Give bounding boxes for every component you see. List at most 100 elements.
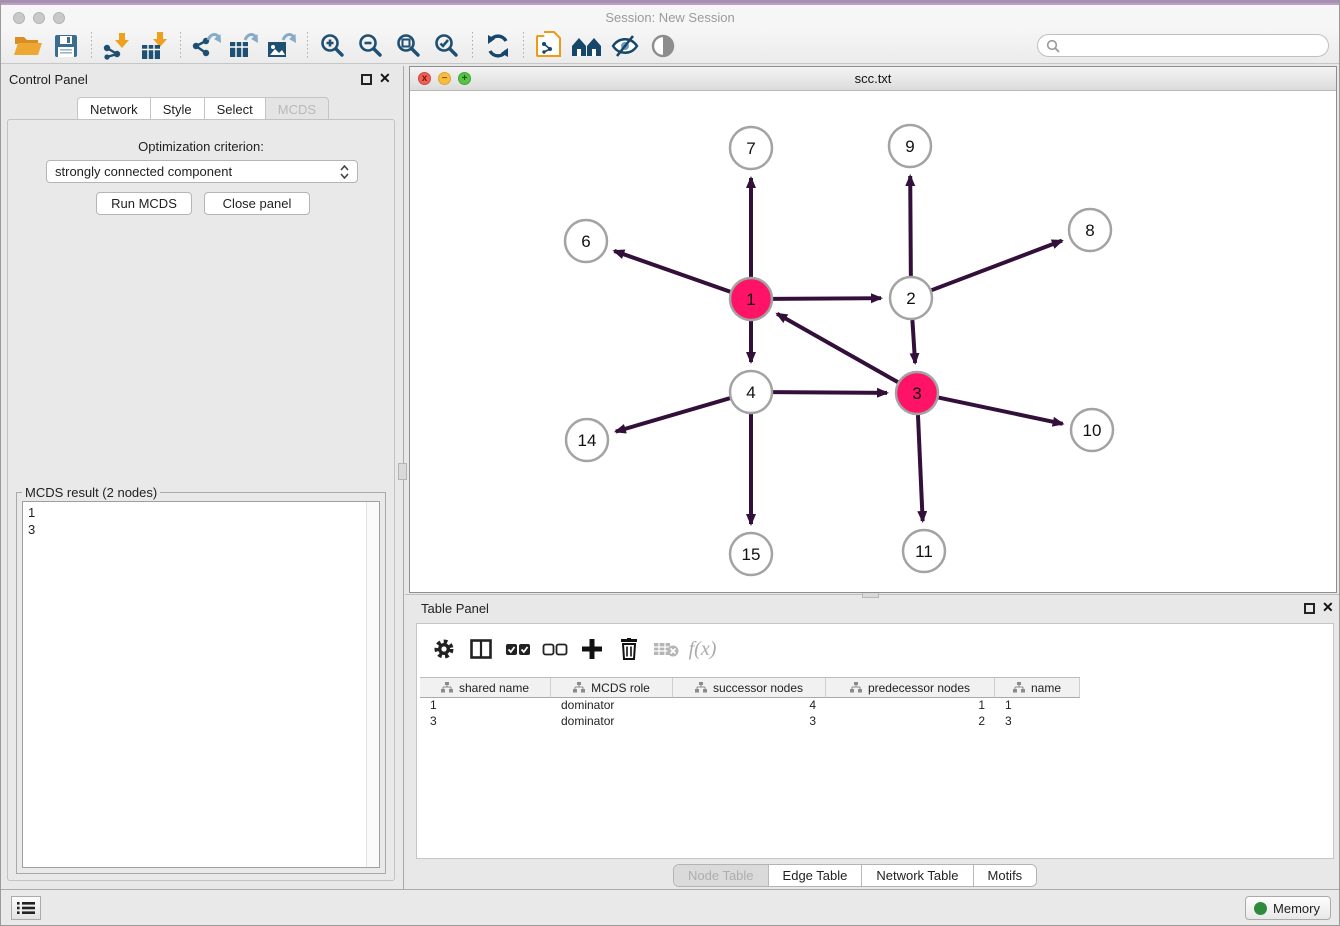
refresh-layout-icon[interactable] xyxy=(481,31,515,61)
tab-motifs[interactable]: Motifs xyxy=(973,865,1037,886)
open-session-icon[interactable] xyxy=(11,31,45,61)
home-layout-icon[interactable] xyxy=(570,31,604,61)
import-table-icon[interactable] xyxy=(138,31,172,61)
graph-edge-4-3[interactable] xyxy=(773,392,887,393)
graph-edge-2-3[interactable] xyxy=(912,320,915,363)
table-row[interactable]: 3dominator323 xyxy=(420,713,1080,729)
export-table-icon[interactable] xyxy=(227,31,261,61)
table-header-row: shared name MCDS role successor nodesprede… xyxy=(420,677,1080,697)
zoom-selected-icon[interactable] xyxy=(430,31,464,61)
search-box[interactable] xyxy=(1037,34,1329,57)
search-input[interactable] xyxy=(1060,37,1328,55)
vertical-splitter-handle[interactable] xyxy=(398,463,407,480)
clone-network-icon[interactable] xyxy=(532,31,566,61)
application-window: Session: New Session xyxy=(0,0,1340,926)
table-cell[interactable]: 1 xyxy=(826,697,995,713)
network-canvas[interactable]: 1234678910111415 xyxy=(410,91,1336,592)
delete-row-icon[interactable] xyxy=(610,632,647,666)
table-cell[interactable]: 1 xyxy=(420,697,551,713)
table-cell[interactable]: 4 xyxy=(673,697,826,713)
zoom-fit-icon[interactable] xyxy=(392,31,426,61)
zoom-out-icon[interactable] xyxy=(354,31,388,61)
mcds-result-textarea[interactable]: 13 xyxy=(22,501,380,868)
column-header-label: name xyxy=(1031,681,1061,695)
control-panel: Control Panel ✕ Network Style Select MCD… xyxy=(1,66,401,889)
close-table-panel-icon[interactable]: ✕ xyxy=(1322,600,1334,614)
mcds-result-scrollbar[interactable] xyxy=(366,502,379,867)
mcds-result-line: 1 xyxy=(28,504,374,521)
column-selector-icon[interactable] xyxy=(462,632,499,666)
hide-panel-eye-icon[interactable] xyxy=(608,31,642,61)
table-row[interactable]: 1dominator411 xyxy=(420,697,1080,713)
graph-edge-4-14[interactable] xyxy=(616,398,730,431)
table-cell[interactable]: 2 xyxy=(826,713,995,729)
zoom-in-icon[interactable] xyxy=(316,31,350,61)
tab-node-table[interactable]: Node Table xyxy=(674,865,768,886)
save-session-icon[interactable] xyxy=(49,31,83,61)
graph-edge-3-10[interactable] xyxy=(939,398,1063,424)
table-toolbar: f(x) xyxy=(425,630,721,668)
table-cell[interactable]: 1 xyxy=(995,697,1080,713)
graph-node-label: 7 xyxy=(746,139,755,158)
graph-edge-3-1[interactable] xyxy=(777,314,898,382)
show-panel-eye-icon[interactable] xyxy=(646,31,680,61)
table-cell[interactable]: 3 xyxy=(420,713,551,729)
column-header-successor-nodes[interactable]: successor nodes xyxy=(673,678,826,698)
graph-edge-2-9[interactable] xyxy=(910,176,911,276)
graph-edge-1-6[interactable] xyxy=(614,251,730,292)
sort-tree-icon xyxy=(850,682,862,693)
fx-label: f(x) xyxy=(689,638,717,661)
select-all-icon[interactable] xyxy=(499,632,536,666)
run-mcds-button[interactable]: Run MCDS xyxy=(96,192,192,215)
delete-table-icon[interactable] xyxy=(647,632,684,666)
mcds-result-title: MCDS result (2 nodes) xyxy=(22,485,160,500)
toolbar-separator xyxy=(91,32,92,60)
column-header-MCDS-role[interactable]: MCDS role xyxy=(551,678,673,698)
unselect-all-icon[interactable] xyxy=(536,632,573,666)
toolbar-separator xyxy=(472,32,473,60)
optimization-criterion-label: Optimization criterion: xyxy=(8,139,394,154)
table-cell[interactable]: dominator xyxy=(551,713,673,729)
column-header-predecessor-nodes[interactable]: predecessor nodes xyxy=(826,678,995,698)
network-window-titlebar[interactable]: x − + scc.txt xyxy=(410,67,1336,91)
settings-gear-icon[interactable] xyxy=(425,632,462,666)
table-panel-title: Table Panel xyxy=(421,601,489,616)
import-network-icon[interactable] xyxy=(100,31,134,61)
graph-edge-3-11[interactable] xyxy=(918,415,923,521)
sort-tree-icon xyxy=(573,682,585,693)
table-cell[interactable]: dominator xyxy=(551,697,673,713)
control-panel-title: Control Panel xyxy=(9,72,88,87)
memory-label: Memory xyxy=(1273,901,1320,916)
export-network-icon[interactable] xyxy=(189,31,223,61)
table-cell[interactable]: 3 xyxy=(673,713,826,729)
column-header-shared-name[interactable]: shared name xyxy=(420,678,551,698)
main-toolbar xyxy=(1,29,1339,64)
graph-edge-2-8[interactable] xyxy=(932,241,1062,291)
memory-button[interactable]: Memory xyxy=(1245,896,1331,920)
task-history-button[interactable] xyxy=(11,896,41,920)
search-icon xyxy=(1046,39,1060,53)
tab-edge-table[interactable]: Edge Table xyxy=(768,865,862,886)
close-panel-icon[interactable]: ✕ xyxy=(379,71,391,85)
add-row-icon[interactable] xyxy=(573,632,610,666)
criterion-dropdown[interactable]: strongly connected component xyxy=(46,160,358,183)
float-panel-icon[interactable] xyxy=(361,74,372,85)
close-panel-button[interactable]: Close panel xyxy=(204,192,310,215)
function-builder-icon[interactable]: f(x) xyxy=(684,632,721,666)
table-panel-body: f(x) shared name MCDS role successor nodes… xyxy=(416,623,1334,859)
graph-node-label: 6 xyxy=(581,232,590,251)
column-header-label: MCDS role xyxy=(591,681,650,695)
column-header-name[interactable]: name xyxy=(995,678,1080,698)
sort-tree-icon xyxy=(1013,682,1025,693)
graph-node-label: 11 xyxy=(915,542,933,561)
toolbar-separator xyxy=(180,32,181,60)
graph-edge-1-2[interactable] xyxy=(773,298,881,299)
graph-node-label: 14 xyxy=(578,431,597,450)
memory-status-icon xyxy=(1254,902,1267,915)
tab-network-table[interactable]: Network Table xyxy=(861,865,972,886)
table-cell[interactable]: 3 xyxy=(995,713,1080,729)
status-bar: Memory xyxy=(1,889,1339,925)
float-table-panel-icon[interactable] xyxy=(1304,603,1315,614)
graph-node-label: 15 xyxy=(742,545,761,564)
export-image-icon[interactable] xyxy=(265,31,299,61)
